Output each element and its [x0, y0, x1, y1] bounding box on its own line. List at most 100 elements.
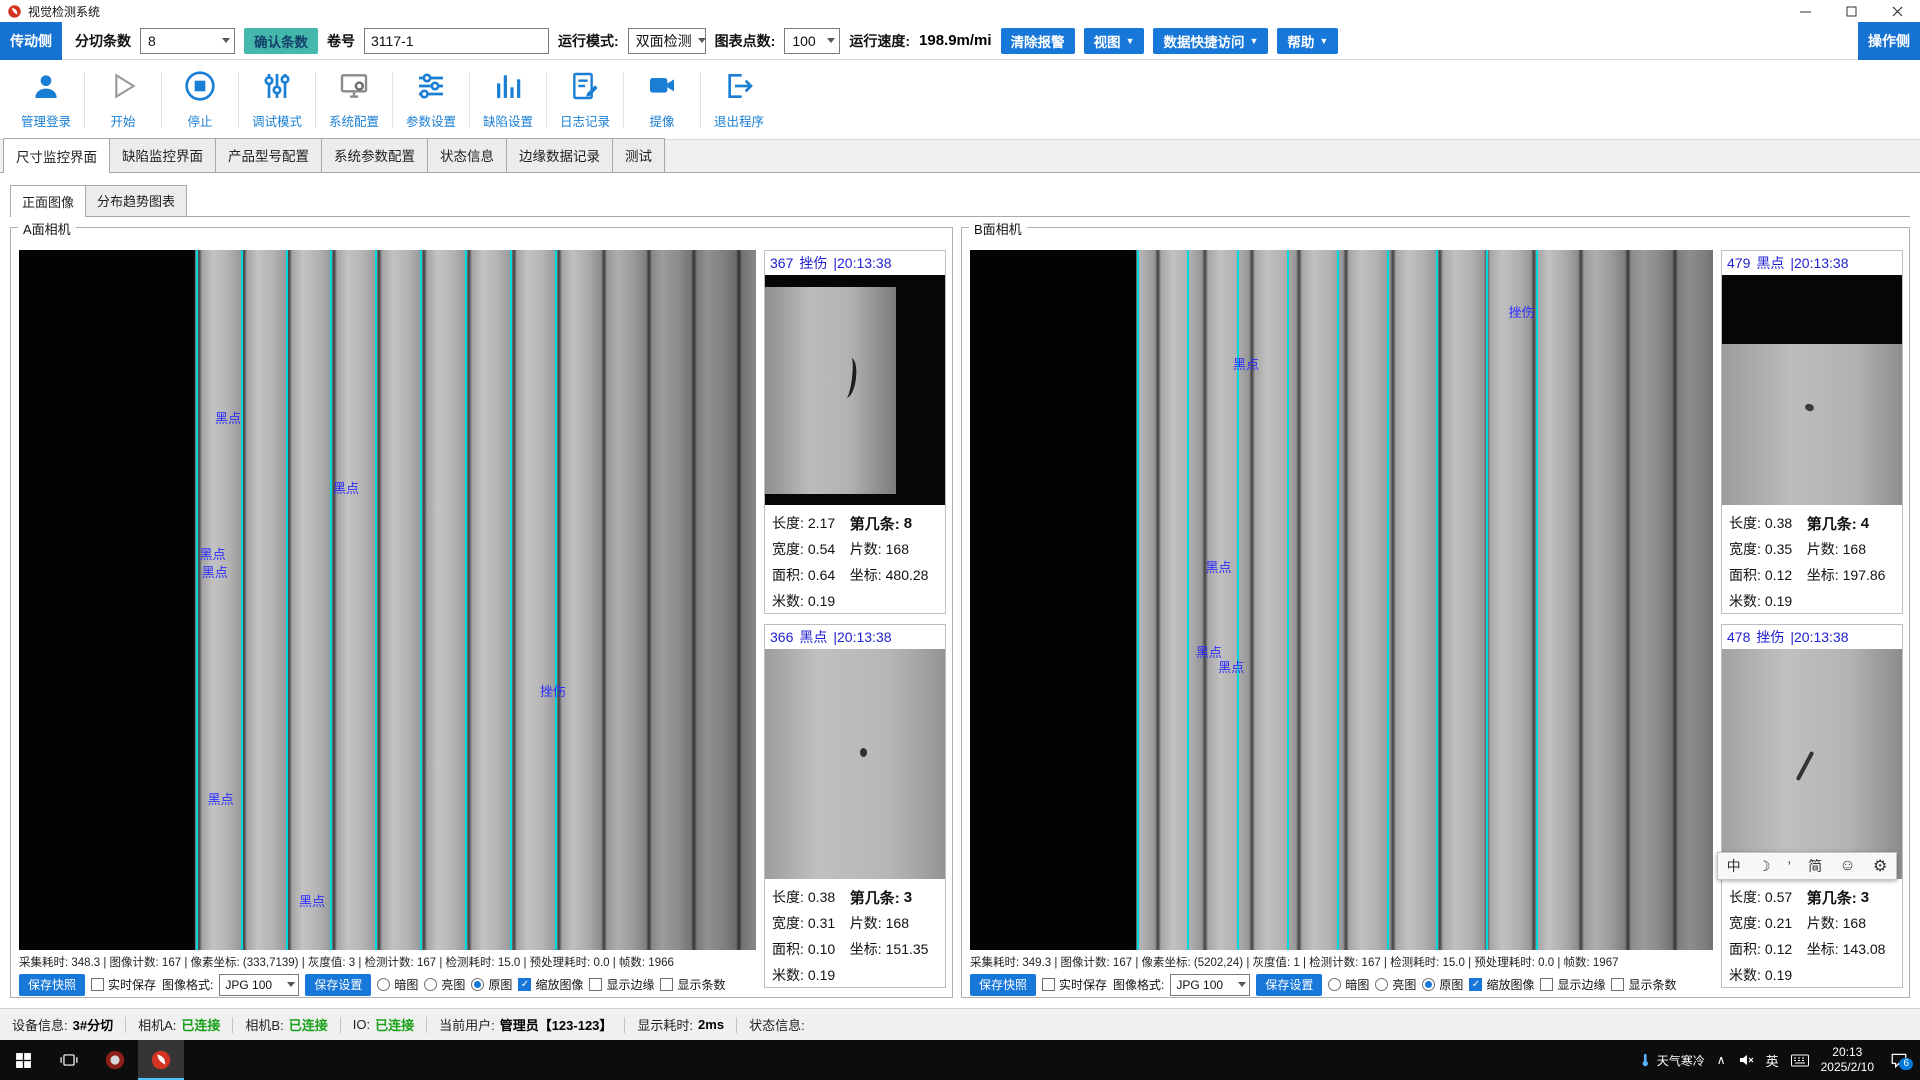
strip-boundary-line — [1287, 250, 1289, 950]
save-snapshot-button[interactable]: 保存快照 — [19, 974, 85, 996]
taskbar-app2-icon[interactable] — [138, 1040, 184, 1080]
tab-defect-monitor[interactable]: 缺陷监控界面 — [109, 138, 216, 172]
strip-boundary-line — [330, 250, 332, 950]
roll-number-input[interactable] — [364, 28, 549, 54]
show-edge-checkbox[interactable]: 显示边缘 — [1540, 976, 1605, 993]
start-button[interactable]: 开始 — [85, 70, 161, 130]
bars-icon — [492, 70, 524, 107]
minimize-icon[interactable] — [1782, 0, 1828, 22]
image-format-select[interactable]: JPG 100 — [219, 974, 299, 996]
chevron-down-icon — [698, 38, 706, 43]
save-settings-button[interactable]: 保存设置 — [305, 974, 371, 996]
tray-expand-chevron-icon[interactable]: ∧ — [1717, 1053, 1726, 1067]
simplified-chinese-button[interactable]: 简 — [1808, 856, 1822, 876]
capture-image-button[interactable]: 提像 — [624, 70, 700, 130]
icon-toolbar: 管理登录 开始 停止 调试模式 系统配置 — [0, 60, 1920, 140]
emoji-icon[interactable]: ☺ — [1839, 857, 1855, 875]
tab-size-monitor[interactable]: 尺寸监控界面 — [3, 138, 110, 173]
split-count-select[interactable]: 8 — [140, 28, 235, 54]
notification-center-icon[interactable]: 6 — [1886, 1049, 1912, 1071]
task-view-icon[interactable] — [46, 1040, 92, 1080]
tab-status-info[interactable]: 状态信息 — [427, 138, 507, 172]
defect-thumbnail — [765, 649, 945, 879]
defect-card[interactable]: 367 挫伤 |20:13:38 长度:2.17 宽度:0.54 面积:0.64 — [764, 250, 946, 614]
zoom-image-checkbox[interactable]: 缩放图像 — [1469, 976, 1534, 993]
defect-card[interactable]: 366 黑点 |20:13:38 长度:0.38 宽度:0.31 面积:0.10 — [764, 624, 946, 988]
show-edge-checkbox[interactable]: 显示边缘 — [589, 976, 654, 993]
help-menu-button[interactable]: 帮助▼ — [1277, 28, 1338, 54]
gear-icon[interactable]: ⚙ — [1873, 856, 1887, 876]
maximize-icon[interactable] — [1828, 0, 1874, 22]
drive-side-button[interactable]: 传动侧 — [0, 22, 62, 60]
operate-side-button[interactable]: 操作侧 — [1858, 22, 1920, 60]
defect-label: 挫伤 — [1509, 302, 1535, 321]
strip-boundary-line — [286, 250, 288, 950]
original-image-radio[interactable]: 原图 — [1422, 976, 1463, 993]
stop-button[interactable]: 停止 — [162, 70, 238, 130]
log-document-icon — [569, 70, 601, 107]
parameter-settings-button[interactable]: 参数设置 — [393, 70, 469, 130]
zoom-image-checkbox[interactable]: 缩放图像 — [518, 976, 583, 993]
image-format-label: 图像格式: — [1113, 976, 1164, 993]
status-message: 状态信息: — [737, 1015, 817, 1034]
tab-trend-chart[interactable]: 分布趋势图表 — [85, 185, 187, 216]
chart-points-select[interactable]: 100 — [784, 28, 840, 54]
dark-image-radio[interactable]: 暗图 — [377, 976, 418, 993]
defect-label: 黑点 — [1233, 354, 1259, 373]
show-count-checkbox[interactable]: 显示条数 — [660, 976, 725, 993]
view-menu-button[interactable]: 视图▼ — [1084, 28, 1145, 54]
original-image-radio[interactable]: 原图 — [471, 976, 512, 993]
touch-keyboard-icon[interactable] — [1791, 1054, 1809, 1067]
strip-boundary-line — [465, 250, 467, 950]
exit-program-button[interactable]: 退出程序 — [701, 70, 777, 130]
clear-alarm-button[interactable]: 清除报警 — [1001, 28, 1075, 54]
save-snapshot-button[interactable]: 保存快照 — [970, 974, 1036, 996]
defect-thumbnail — [1722, 649, 1902, 879]
bright-image-radio[interactable]: 亮图 — [424, 976, 465, 993]
input-language-indicator[interactable]: 英 — [1766, 1051, 1779, 1070]
log-record-button[interactable]: 日志记录 — [547, 70, 623, 130]
weather-widget[interactable]: 天气寒冷 — [1638, 1052, 1705, 1069]
tab-front-image[interactable]: 正面图像 — [10, 185, 86, 217]
tab-system-param-config[interactable]: 系统参数配置 — [321, 138, 428, 172]
defect-label: 黑点 — [200, 544, 226, 563]
run-mode-select[interactable]: 双面检测 — [628, 28, 706, 54]
system-config-button[interactable]: 系统配置 — [316, 70, 392, 130]
debug-mode-button[interactable]: 调试模式 — [239, 70, 315, 130]
defect-card[interactable]: 478 挫伤 |20:13:38 长度:0.57 宽度:0.21 面积:0.12 — [1721, 624, 1903, 988]
bright-image-radio[interactable]: 亮图 — [1375, 976, 1416, 993]
punctuation-icon[interactable]: ’ — [1788, 858, 1791, 874]
tab-test[interactable]: 测试 — [612, 138, 665, 172]
show-count-checkbox[interactable]: 显示条数 — [1611, 976, 1676, 993]
camera-a-image[interactable]: 黑点黑点黑点黑点挫伤黑点黑点 — [19, 250, 756, 950]
defect-mark — [1804, 403, 1815, 412]
close-icon[interactable] — [1874, 0, 1920, 22]
checkbox-icon — [91, 978, 104, 991]
defect-card-column: 367 挫伤 |20:13:38 长度:2.17 宽度:0.54 面积:0.64 — [764, 250, 946, 988]
confirm-count-button[interactable]: 确认条数 — [244, 28, 318, 54]
volume-mute-icon[interactable] — [1738, 1052, 1754, 1068]
quick-access-menu-button[interactable]: 数据快捷访问▼ — [1153, 28, 1268, 54]
defect-stats: 长度:0.57 宽度:0.21 面积:0.12 米数:0.19 第几条:3 片数… — [1722, 879, 1902, 988]
save-settings-button[interactable]: 保存设置 — [1256, 974, 1322, 996]
start-button[interactable] — [0, 1040, 46, 1080]
dark-image-radio[interactable]: 暗图 — [1328, 976, 1369, 993]
camera-icon — [646, 70, 678, 107]
image-format-select[interactable]: JPG 100 — [1170, 974, 1250, 996]
tab-edge-data-record[interactable]: 边缘数据记录 — [506, 138, 613, 172]
tab-product-model-config[interactable]: 产品型号配置 — [215, 138, 322, 172]
defect-card[interactable]: 479 黑点 |20:13:38 长度:0.38 宽度:0.35 面积:0.12 — [1721, 250, 1903, 614]
defect-settings-button[interactable]: 缺陷设置 — [470, 70, 546, 130]
strip-boundary-line — [196, 250, 198, 950]
camera-b-image[interactable]: 挫伤黑点黑点黑点黑点 — [970, 250, 1713, 950]
taskbar-app1-icon[interactable] — [92, 1040, 138, 1080]
realtime-save-checkbox[interactable]: 实时保存 — [1042, 976, 1107, 993]
admin-login-button[interactable]: 管理登录 — [8, 70, 84, 130]
speed-value: 198.9m/mi — [919, 32, 992, 49]
image-controls-row: 保存快照 实时保存 图像格式: JPG 100 保存设置 暗图 亮图 原图 缩放… — [19, 972, 756, 997]
acquisition-status-line: 采集耗时: 348.3 | 图像计数: 167 | 像素坐标: (333,713… — [19, 954, 756, 972]
ime-mode-button[interactable]: 中 — [1727, 856, 1741, 876]
moon-icon[interactable]: ☽ — [1758, 858, 1771, 875]
taskbar-clock[interactable]: 20:13 2025/2/10 — [1821, 1045, 1874, 1075]
realtime-save-checkbox[interactable]: 实时保存 — [91, 976, 156, 993]
